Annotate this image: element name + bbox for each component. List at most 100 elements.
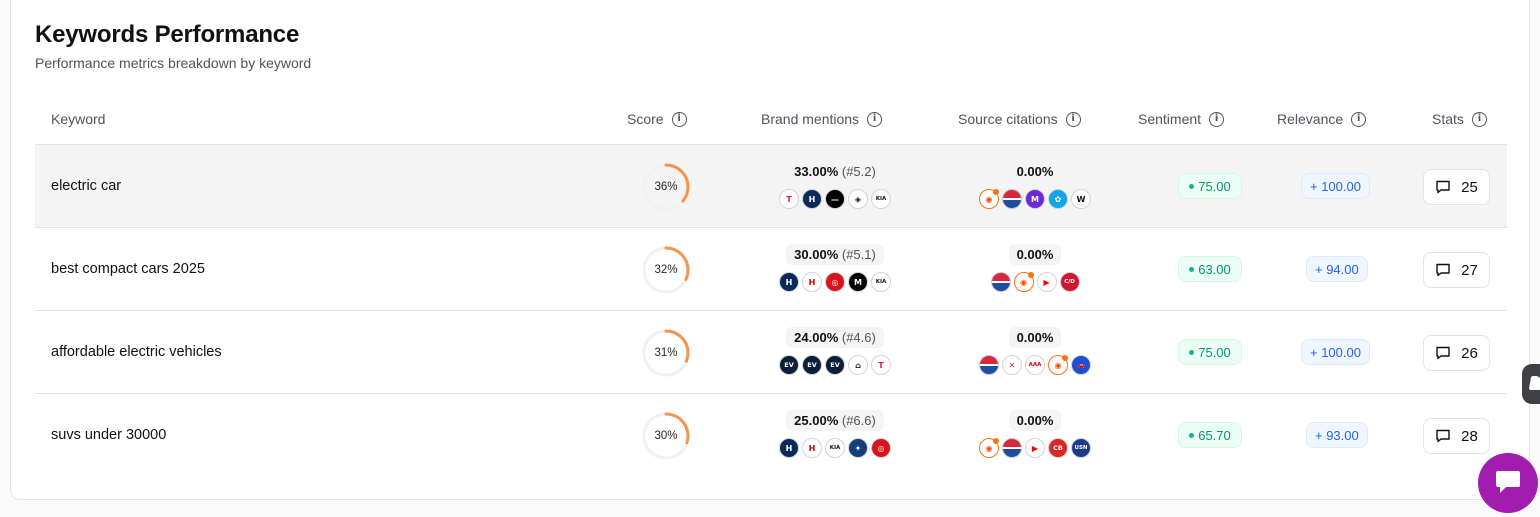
score-ring: 30% bbox=[641, 411, 691, 461]
table-row[interactable]: suvs under 30000 30% 25.00% (#6.6) H H KIA… bbox=[35, 394, 1507, 477]
score-value: 31% bbox=[654, 347, 678, 359]
brand-mentions-cell: 30.00% (#5.1) H H ◎ M KIA bbox=[775, 244, 895, 292]
notification-dot bbox=[1062, 355, 1068, 361]
status-dot bbox=[1189, 266, 1195, 272]
side-drawer-tab[interactable] bbox=[1522, 364, 1540, 404]
stats-count: 28 bbox=[1461, 427, 1478, 445]
home-logo-icon: ⌂ bbox=[848, 355, 868, 375]
chat-launcher-button[interactable] bbox=[1478, 453, 1538, 513]
citations-pill: 0.00% bbox=[1008, 161, 1062, 182]
mentions-value: 30.00% bbox=[794, 247, 839, 262]
relevance-badge: + 94.00 bbox=[1306, 256, 1368, 282]
youtube-logo-icon: ▶ bbox=[1036, 272, 1057, 292]
citations-pill: 0.00% bbox=[1008, 410, 1062, 431]
nissan-logo-icon: — bbox=[825, 189, 845, 209]
pin-icon bbox=[1528, 376, 1540, 390]
table-row[interactable]: affordable electric vehicles 31% 24.00% … bbox=[35, 311, 1507, 394]
brand-mentions-cell: 24.00% (#4.6) EV EV EV ⌂ T bbox=[775, 327, 895, 375]
column-label: Relevance bbox=[1277, 111, 1344, 127]
motortrend-logo-icon: M bbox=[1025, 189, 1045, 209]
score-value: 30% bbox=[654, 430, 678, 442]
column-header-keyword[interactable]: Keyword bbox=[51, 111, 105, 127]
source-citations-cell: 0.00% ◉ ▶ C/D bbox=[975, 244, 1095, 292]
table-row[interactable]: best compact cars 2025 32% 30.00% (#5.1)… bbox=[35, 228, 1507, 311]
status-dot bbox=[1189, 183, 1195, 189]
usnews-logo-icon: USN bbox=[1071, 438, 1091, 458]
ev-logo-icon: EV bbox=[825, 355, 845, 375]
ev-logo-icon: EV bbox=[779, 355, 799, 375]
relevance-badge: + 100.00 bbox=[1301, 339, 1370, 365]
stats-comments-button[interactable]: 26 bbox=[1423, 335, 1490, 371]
mentions-rank: (#4.6) bbox=[841, 330, 876, 345]
mentions-rank: (#5.2) bbox=[841, 164, 876, 179]
message-square-icon bbox=[1436, 429, 1450, 443]
stats-count: 26 bbox=[1461, 344, 1478, 362]
polestar-logo-icon: ◈ bbox=[848, 189, 868, 209]
info-icon[interactable]: i bbox=[1209, 111, 1225, 127]
info-icon[interactable]: i bbox=[1351, 111, 1367, 127]
status-dot bbox=[1189, 349, 1195, 355]
carbuzz-logo-icon: CB bbox=[1048, 438, 1068, 458]
message-square-icon bbox=[1436, 346, 1450, 360]
score-ring: 32% bbox=[641, 245, 691, 295]
column-header-score[interactable]: Score i bbox=[627, 111, 687, 127]
score-value: 32% bbox=[654, 264, 678, 276]
keyword-cell: electric car bbox=[51, 178, 122, 194]
hyundai-logo-icon: H bbox=[779, 438, 799, 458]
carwow-logo-icon: ✿ bbox=[1048, 189, 1068, 209]
column-label: Keyword bbox=[51, 111, 106, 127]
hyundai-logo-icon: H bbox=[802, 189, 822, 209]
toyota-logo-icon: ◎ bbox=[871, 438, 891, 458]
mentions-pill: 25.00% (#6.6) bbox=[786, 410, 884, 431]
edmunds-logo-icon bbox=[979, 355, 999, 375]
x-logo-icon: ✕ bbox=[1002, 355, 1022, 375]
stats-count: 27 bbox=[1461, 261, 1478, 279]
column-label: Sentiment bbox=[1138, 111, 1202, 127]
message-square-icon bbox=[1436, 263, 1450, 277]
info-icon[interactable]: i bbox=[671, 111, 687, 127]
source-logos: ◉ ▶ C/D bbox=[975, 272, 1095, 292]
ev-logo-icon: EV bbox=[802, 355, 822, 375]
subaru-logo-icon: ✦ bbox=[848, 438, 868, 458]
source-citations-cell: 0.00% ◉ ▶ CB USN bbox=[975, 410, 1095, 458]
info-icon[interactable]: i bbox=[867, 111, 883, 127]
cars-logo-icon: 🚗 bbox=[1071, 355, 1091, 375]
mentions-value: 33.00% bbox=[794, 164, 839, 179]
sentiment-value: 75.00 bbox=[1198, 344, 1231, 360]
stats-comments-button[interactable]: 25 bbox=[1423, 169, 1490, 205]
info-icon[interactable]: i bbox=[1065, 111, 1081, 127]
info-icon[interactable]: i bbox=[1471, 111, 1487, 127]
edmunds-logo-icon bbox=[990, 272, 1011, 292]
page-subtitle: Performance metrics breakdown by keyword bbox=[35, 55, 312, 71]
column-header-sentiment[interactable]: Sentiment i bbox=[1138, 111, 1225, 127]
source-logos: ◉ M ✿ W bbox=[975, 189, 1095, 209]
keyword-cell: affordable electric vehicles bbox=[51, 344, 222, 360]
column-label: Brand mentions bbox=[761, 111, 860, 127]
notification-dot bbox=[1027, 272, 1034, 278]
message-square-icon bbox=[1436, 180, 1450, 194]
column-header-brand-mentions[interactable]: Brand mentions i bbox=[761, 111, 883, 127]
column-header-stats[interactable]: Stats i bbox=[1432, 111, 1487, 127]
table-row[interactable]: electric car 36% 33.00% (#5.2) T H — ◈ KIA 0… bbox=[35, 145, 1507, 228]
stats-comments-button[interactable]: 27 bbox=[1423, 252, 1490, 288]
sentiment-badge: 75.00 bbox=[1178, 339, 1242, 365]
kia-logo-icon: KIA bbox=[871, 272, 891, 292]
sentiment-badge: 63.00 bbox=[1178, 256, 1242, 282]
sentiment-badge: 65.70 bbox=[1178, 422, 1242, 448]
brand-mentions-cell: 25.00% (#6.6) H H KIA ✦ ◎ bbox=[775, 410, 895, 458]
source-citations-cell: 0.00% ✕ AAA ◉ 🚗 bbox=[975, 327, 1095, 375]
column-label: Source citations bbox=[958, 111, 1058, 127]
column-header-source-citations[interactable]: Source citations i bbox=[958, 111, 1081, 127]
mentions-pill: 30.00% (#5.1) bbox=[786, 244, 884, 265]
brand-logos: H H ◎ M KIA bbox=[775, 272, 895, 292]
honda-logo-icon: H bbox=[802, 272, 822, 292]
relevance-value: + 100.00 bbox=[1310, 178, 1361, 194]
relevance-value: + 93.00 bbox=[1315, 427, 1359, 443]
edmunds-logo-icon bbox=[1002, 438, 1022, 458]
column-header-relevance[interactable]: Relevance i bbox=[1277, 111, 1367, 127]
column-label: Stats bbox=[1432, 111, 1464, 127]
citations-pill: 0.00% bbox=[1008, 244, 1062, 265]
notification-dot bbox=[993, 189, 999, 195]
stats-comments-button[interactable]: 28 bbox=[1423, 418, 1490, 454]
mentions-value: 24.00% bbox=[794, 330, 839, 345]
